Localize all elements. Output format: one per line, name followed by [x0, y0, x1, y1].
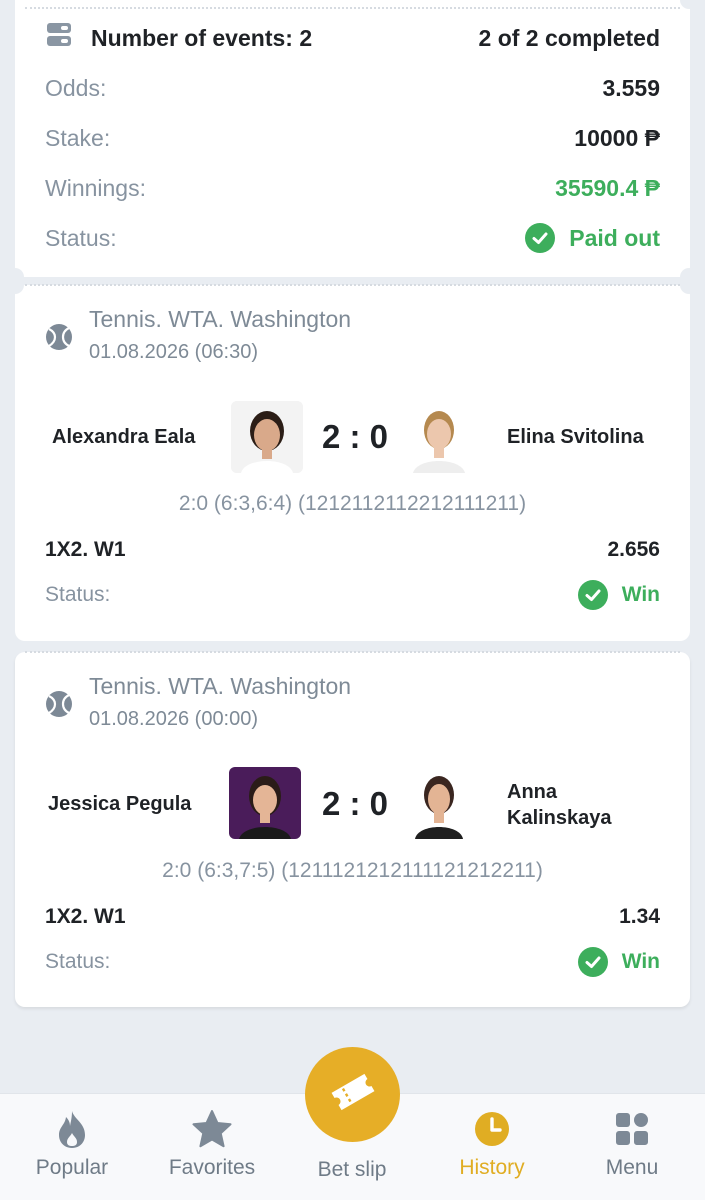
player2-name: Elina Svitolina: [507, 426, 644, 448]
check-icon: [577, 947, 608, 977]
bet-odds: 1.34: [619, 905, 660, 928]
flame-icon: [2, 1108, 142, 1150]
event-status-value: Win: [621, 583, 660, 606]
league-name: Tennis. WTA. Washington: [89, 306, 352, 332]
bet-type: 1X2. W1: [45, 905, 126, 928]
player2-avatar: [403, 401, 475, 473]
winnings-label: Winnings:: [45, 174, 146, 201]
set-details: 2:0 (6:3,7:5) (1211121212111121212211): [162, 859, 543, 882]
divider: [25, 651, 680, 653]
player2-avatar: [403, 767, 475, 839]
stake-label: Stake:: [45, 124, 111, 151]
event-status-label: Status:: [45, 950, 111, 973]
nav-menu[interactable]: Menu: [562, 1108, 702, 1180]
player1-name: Jessica Pegula: [48, 793, 192, 815]
event-status-value: Win: [621, 950, 660, 973]
event-header: Tennis. WTA. Washington 01.08.2026 (06:3…: [45, 303, 351, 369]
winnings-value: 35590.4 ₱: [555, 174, 660, 201]
nav-popular[interactable]: Popular: [2, 1108, 142, 1180]
match-date: 01.08.2026 (00:00): [89, 708, 259, 730]
player2-name-line2: Kalinskaya: [507, 807, 612, 829]
check-icon: [525, 223, 556, 253]
status-value: Paid out: [569, 224, 660, 251]
bet-odds: 2.656: [607, 538, 660, 561]
grid-menu-icon: [562, 1108, 702, 1150]
match-score: 2 : 0: [321, 785, 389, 822]
event-status-row: Status: Win: [45, 947, 660, 977]
match-date: 01.08.2026 (06:30): [89, 341, 259, 363]
ticket-icon: [326, 1070, 380, 1119]
nav-betslip[interactable]: Bet slip: [282, 1152, 422, 1182]
league-name: Tennis. WTA. Washington: [89, 673, 352, 699]
bet-history-page: Number of events: 2 2 of 2 completed Odd…: [0, 0, 705, 1200]
card-notch: [680, 276, 698, 294]
card-notch: [6, 276, 24, 294]
betslip-button[interactable]: [305, 1047, 400, 1142]
nav-favorites[interactable]: Favorites: [142, 1108, 282, 1180]
events-icon: [45, 22, 73, 54]
completed-count: 2 of 2 completed: [478, 24, 660, 51]
stake-value: 10000 ₱: [574, 124, 660, 151]
winnings-row: Winnings: 35590.4 ₱: [45, 168, 660, 208]
nav-menu-label: Menu: [605, 1156, 659, 1179]
odds-row: Odds: 3.559: [45, 68, 660, 108]
bet-summary-card: Number of events: 2 2 of 2 completed Odd…: [15, 0, 690, 277]
nav-history-label: History: [459, 1156, 525, 1179]
bet-row: 1X2. W1 1.34: [45, 905, 660, 929]
nav-history[interactable]: History: [422, 1108, 562, 1180]
events-count: Number of events: 2: [91, 24, 313, 51]
event-status-label: Status:: [45, 583, 111, 606]
status-row: Status: Paid out: [45, 218, 660, 258]
event-card[interactable]: Tennis. WTA. Washington 01.08.2026 (06:3…: [15, 285, 690, 641]
set-details: 2:0 (6:3,6:4) (1212112112212111211): [178, 492, 527, 515]
event-header: Tennis. WTA. Washington 01.08.2026 (00:0…: [45, 670, 351, 736]
tennis-ball-icon: [45, 690, 73, 736]
events-row: Number of events: 2 2 of 2 completed: [45, 18, 660, 58]
nav-popular-label: Popular: [35, 1156, 109, 1179]
check-icon: [577, 580, 608, 610]
player2-name-line1: Anna: [507, 781, 557, 803]
odds-value: 3.559: [602, 74, 660, 101]
player1-avatar: [231, 401, 303, 473]
star-icon: [142, 1108, 282, 1150]
nav-favorites-label: Favorites: [168, 1156, 256, 1179]
match-row: Alexandra Eala 2 : 0 Elina Svitolina: [15, 400, 690, 475]
divider: [25, 284, 680, 286]
bet-type: 1X2. W1: [45, 538, 126, 561]
clock-icon: [422, 1108, 562, 1150]
player1-name: Alexandra Eala: [52, 426, 196, 448]
event-status-row: Status: Win: [45, 580, 660, 610]
event-card[interactable]: Tennis. WTA. Washington 01.08.2026 (00:0…: [15, 652, 690, 1007]
bet-row: 1X2. W1 2.656: [45, 538, 660, 562]
divider: [25, 7, 680, 9]
player2-name: Anna Kalinskaya: [507, 779, 612, 831]
player1-avatar: [229, 767, 301, 839]
status-label: Status:: [45, 224, 117, 251]
tennis-ball-icon: [45, 323, 73, 369]
nav-betslip-label: Bet slip: [317, 1158, 387, 1181]
odds-label: Odds:: [45, 74, 107, 101]
match-score: 2 : 0: [321, 418, 389, 455]
stake-row: Stake: 10000 ₱: [45, 118, 660, 158]
match-row: Jessica Pegula 2 : 0 Anna Kalinskaya: [15, 767, 690, 842]
